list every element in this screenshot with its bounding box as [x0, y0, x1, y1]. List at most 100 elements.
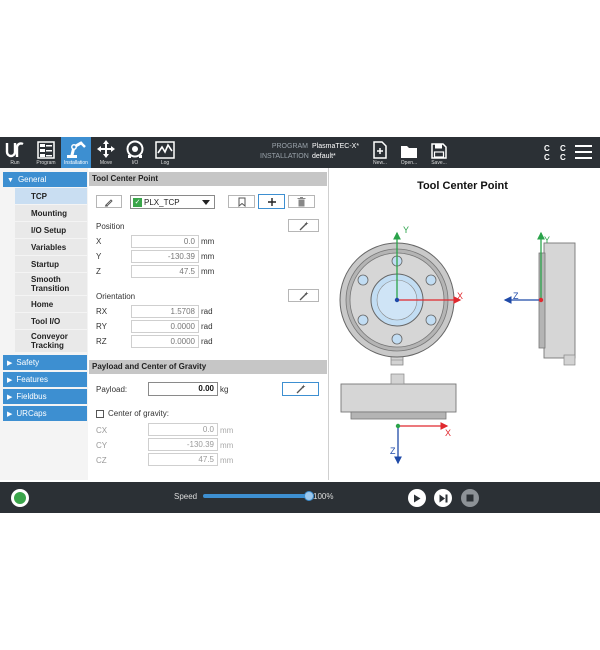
cc-row-2: C C — [544, 153, 570, 162]
nav-item-tcp[interactable]: TCP — [15, 188, 87, 204]
nav-item-label: Tool I/O — [31, 316, 61, 326]
orientation-rz-field[interactable]: 0.0000 — [131, 335, 199, 348]
add-tcp-button[interactable] — [258, 194, 285, 209]
position-wizard-button[interactable] — [288, 219, 319, 232]
power-button[interactable] — [11, 489, 29, 507]
stop-button[interactable] — [461, 489, 479, 507]
nav-item-label: Home — [31, 299, 54, 309]
tcp-select-dropdown[interactable]: ✓ PLX_TCP — [130, 195, 215, 209]
magic-wand-icon — [299, 291, 308, 300]
io-icon — [126, 140, 144, 158]
nav-category-urcaps[interactable]: ▶ URCaps — [3, 406, 87, 421]
cog-cx-unit: mm — [220, 426, 234, 435]
top-origin — [395, 423, 401, 429]
front-x-label: X — [457, 291, 463, 301]
cog-cz-field: 47.5 — [148, 453, 218, 466]
cog-cz-unit: mm — [220, 456, 234, 465]
run-tab[interactable]: Run — [2, 137, 28, 168]
play-button[interactable] — [408, 489, 426, 507]
payload-label: Payload: — [96, 385, 128, 394]
nav-category-safety[interactable]: ▶ Safety — [3, 355, 87, 370]
move-icon — [97, 140, 115, 158]
nav-item-label: Conveyor Tracking — [31, 332, 68, 350]
payload-wizard-button[interactable] — [282, 382, 319, 396]
cog-cy-field: -130.39 — [148, 438, 218, 451]
nav-category-label: URCaps — [16, 409, 47, 418]
nav-category-label: Safety — [16, 358, 40, 367]
nav-item-mounting[interactable]: Mounting — [15, 205, 87, 221]
magic-wand-icon — [296, 384, 305, 394]
nav-category-label: General — [17, 175, 47, 184]
step-button[interactable] — [434, 489, 452, 507]
delete-tcp-button[interactable] — [288, 195, 315, 208]
speed-slider-handle[interactable] — [304, 491, 314, 501]
nav-item-tool-io[interactable]: Tool I/O — [15, 313, 87, 329]
nav-category-general[interactable]: ▼ General — [3, 172, 87, 187]
magic-wand-icon — [299, 221, 308, 230]
new-button[interactable]: New... — [369, 137, 391, 168]
new-label: New... — [373, 160, 387, 166]
move-tab[interactable]: Move — [93, 137, 119, 168]
save-button[interactable]: Save... — [428, 137, 450, 168]
cog-cz-label: CZ — [96, 456, 107, 465]
rename-tcp-button[interactable] — [96, 195, 122, 208]
nav-item-label: I/O Setup — [31, 225, 67, 235]
nav-category-features[interactable]: ▶ Features — [3, 372, 87, 387]
nav-category-label: Features — [16, 375, 48, 384]
position-y-field[interactable]: -130.39 — [131, 250, 199, 263]
orientation-wizard-button[interactable] — [288, 289, 319, 302]
position-y-unit: mm — [201, 252, 215, 261]
position-y-label: Y — [96, 252, 102, 261]
speed-value: 100% — [313, 492, 334, 501]
payload-field[interactable]: 0.00 — [148, 382, 218, 396]
bookmark-icon — [238, 197, 245, 207]
chevron-right-icon: ▶ — [7, 377, 13, 384]
nav-category-label: Fieldbus — [16, 392, 47, 401]
position-x-unit: mm — [201, 237, 215, 246]
io-tab[interactable]: I/O — [122, 137, 148, 168]
plus-icon — [267, 197, 276, 206]
nav-item-home[interactable]: Home — [15, 296, 87, 312]
power-status-icon — [14, 492, 26, 504]
orientation-rx-field[interactable]: 1.5708 — [131, 305, 199, 318]
orientation-ry-field[interactable]: 0.0000 — [131, 320, 199, 333]
top-z-label: Z — [390, 446, 396, 456]
nav-item-startup[interactable]: Startup — [15, 256, 87, 272]
front-y-label: Y — [403, 225, 409, 235]
cc-indicator: C C C C — [544, 144, 570, 162]
installation-tab[interactable]: Installation — [61, 137, 91, 168]
nav-item-smooth-transition[interactable]: Smooth Transition — [15, 273, 87, 295]
nav-category-fieldbus[interactable]: ▶ Fieldbus — [3, 389, 87, 404]
nav-item-io-setup[interactable]: I/O Setup — [15, 222, 87, 238]
nav-item-conveyor-tracking[interactable]: Conveyor Tracking — [15, 330, 87, 352]
play-icon — [414, 494, 421, 502]
position-section-label: Position — [96, 222, 125, 231]
position-x-field[interactable]: 0.0 — [131, 235, 199, 248]
program-icon — [37, 141, 55, 159]
nav-item-label: Startup — [31, 259, 59, 269]
orientation-rx-unit: rad — [201, 307, 213, 316]
nav-item-label: Smooth Transition — [31, 275, 70, 293]
position-z-unit: mm — [201, 267, 215, 276]
hamburger-menu-icon[interactable] — [575, 145, 592, 163]
orientation-ry-unit: rad — [201, 322, 213, 331]
nav-item-label: TCP — [31, 191, 47, 201]
side-y-label: Y — [544, 235, 550, 245]
flange-side-view — [538, 242, 576, 366]
cog-checkbox[interactable] — [96, 410, 104, 418]
orientation-section-label: Orientation — [96, 292, 136, 301]
cog-cx-field: 0.0 — [148, 423, 218, 436]
speed-slider[interactable] — [203, 494, 309, 498]
set-default-tcp-button[interactable] — [228, 195, 255, 208]
cog-cx-label: CX — [96, 426, 108, 435]
position-z-field[interactable]: 47.5 — [131, 265, 199, 278]
open-folder-icon — [401, 146, 417, 158]
open-button[interactable]: Open... — [398, 137, 420, 168]
nav-item-variables[interactable]: Variables — [15, 239, 87, 255]
new-file-icon — [373, 141, 387, 159]
log-tab[interactable]: Log — [152, 137, 178, 168]
chevron-right-icon: ▶ — [7, 360, 13, 367]
front-origin — [394, 297, 400, 303]
program-name: PlasmaTEC-X* — [312, 143, 360, 150]
program-tab[interactable]: Program — [33, 137, 59, 168]
